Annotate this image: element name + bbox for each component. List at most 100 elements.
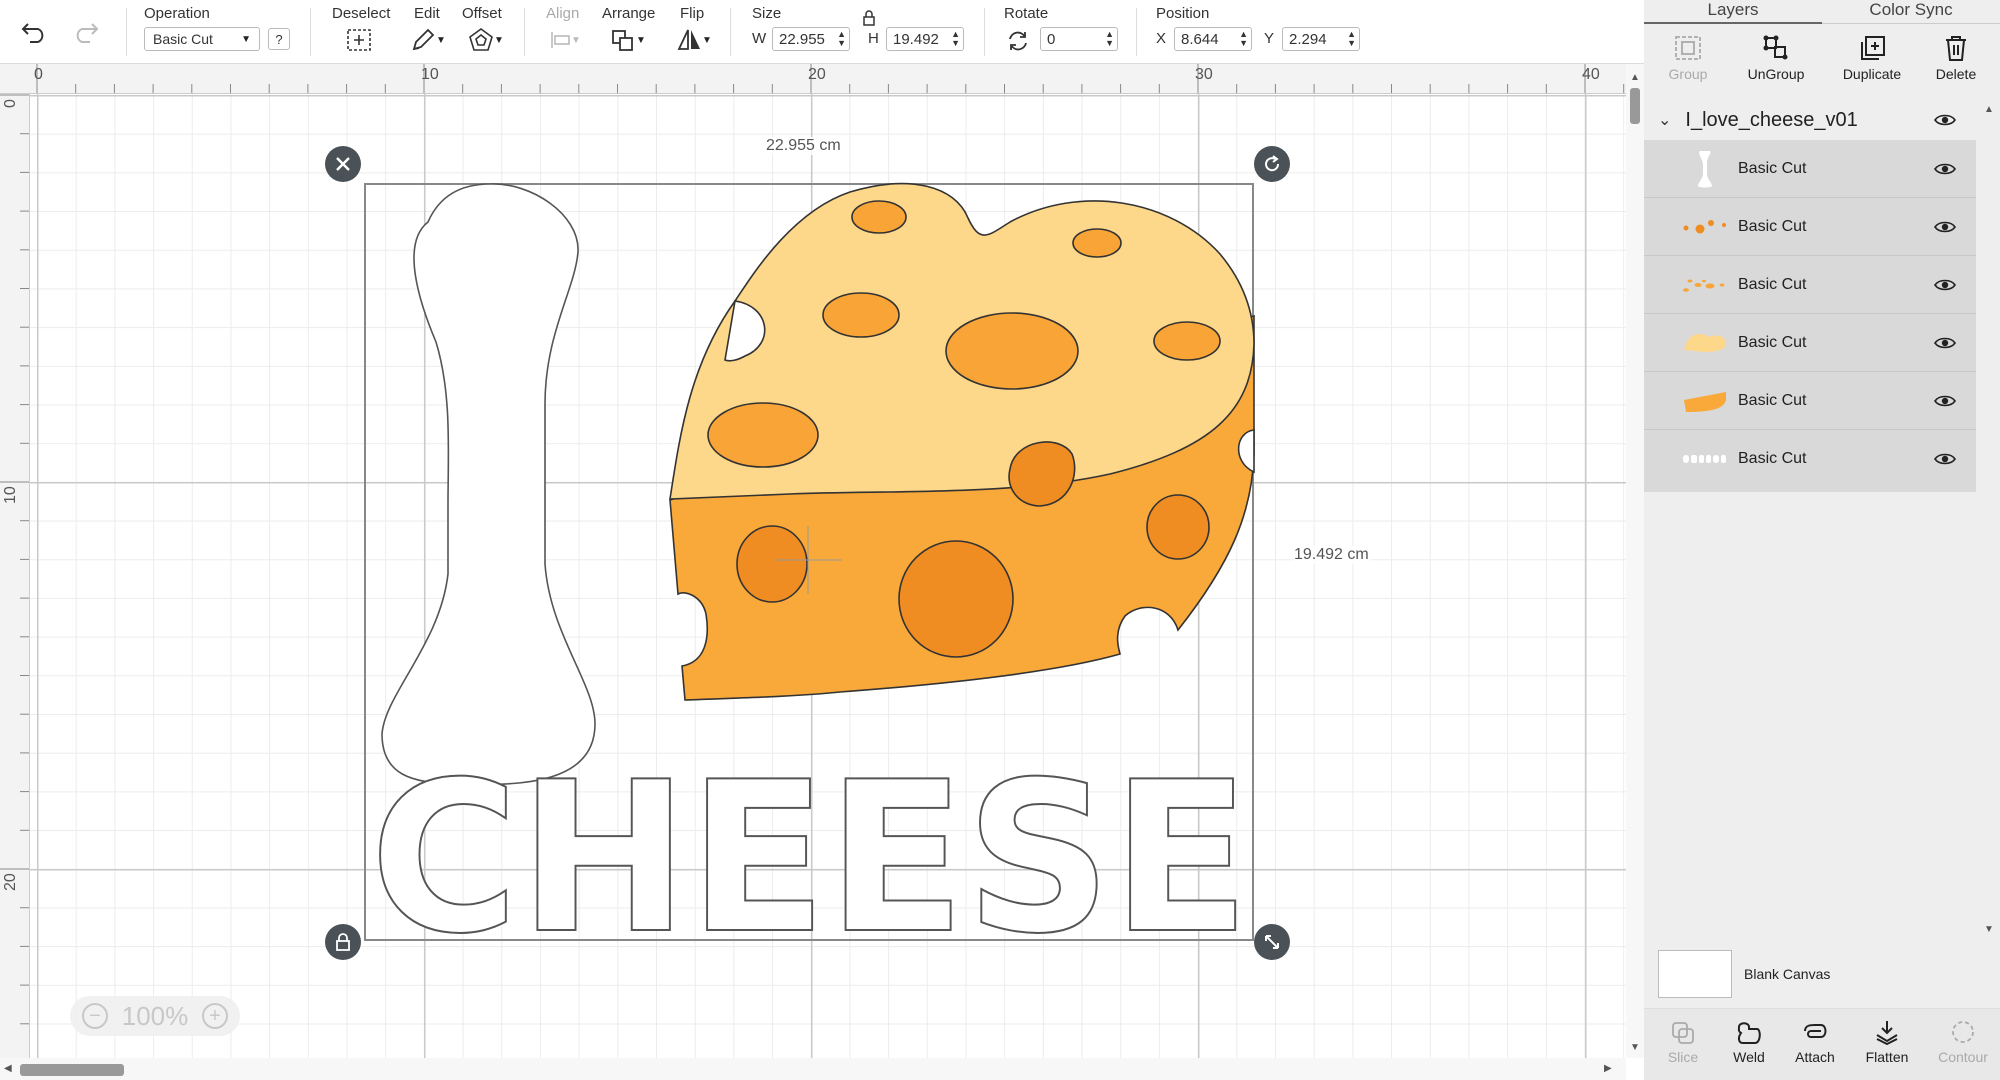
arrange-button[interactable]: ▼ bbox=[606, 26, 650, 54]
width-dimension-label: 22.955 cm bbox=[764, 137, 843, 155]
layer-row[interactable]: Basic Cut bbox=[1644, 430, 1976, 488]
eye-icon[interactable] bbox=[1934, 162, 1956, 176]
stepper-arrows-icon[interactable]: ▲ ▼ bbox=[1239, 30, 1248, 48]
slice-icon bbox=[1672, 1022, 1694, 1044]
top-toolbar: Operation Basic Cut ▼ ? Deselect Edit ▼ … bbox=[0, 0, 1644, 64]
panel-scrollbar[interactable]: ▲ ▼ bbox=[1976, 100, 2000, 940]
scroll-left-icon[interactable]: ◀ bbox=[4, 1063, 12, 1074]
divider bbox=[524, 8, 525, 56]
tab-layers[interactable]: Layers bbox=[1644, 0, 1822, 24]
chevron-down-icon: ▼ bbox=[571, 34, 581, 46]
redo-icon[interactable] bbox=[70, 18, 102, 46]
resize-handle[interactable] bbox=[1254, 924, 1290, 960]
position-y-input[interactable]: 2.294 ▲ ▼ bbox=[1282, 27, 1360, 51]
vertical-ruler: 0 10 20 bbox=[0, 94, 30, 1058]
layer-name: Basic Cut bbox=[1738, 391, 1807, 409]
position-label: Position bbox=[1156, 5, 1210, 22]
position-x-input[interactable]: 8.644 ▲ ▼ bbox=[1174, 27, 1252, 51]
letter-i-shape[interactable] bbox=[381, 183, 596, 786]
vertical-scrollbar[interactable]: ▲ ▼ bbox=[1626, 64, 1644, 1058]
horizontal-scrollbar[interactable]: ◀ ▶ bbox=[0, 1058, 1626, 1080]
rotate-handle[interactable] bbox=[1254, 146, 1290, 182]
undo-icon[interactable] bbox=[18, 18, 50, 46]
scroll-thumb[interactable] bbox=[1630, 88, 1640, 124]
ruler-label: 10 bbox=[421, 66, 439, 83]
eye-icon[interactable] bbox=[1934, 113, 1956, 127]
design-canvas[interactable]: CHEESE 22.955 cm 19.492 cm − 100% + bbox=[30, 94, 1630, 1058]
scroll-right-icon[interactable]: ▶ bbox=[1604, 1063, 1612, 1074]
delete-handle[interactable] bbox=[325, 146, 361, 182]
layer-row[interactable]: Basic Cut bbox=[1644, 372, 1976, 430]
eye-icon[interactable] bbox=[1934, 278, 1956, 292]
delete-button[interactable]: Delete bbox=[1912, 34, 2000, 82]
ungroup-button[interactable]: UnGroup bbox=[1732, 34, 1820, 82]
layer-row[interactable]: Basic Cut bbox=[1644, 140, 1976, 198]
eye-icon[interactable] bbox=[1934, 452, 1956, 466]
rotate-value: 0 bbox=[1047, 30, 1056, 48]
rotate-icon bbox=[1004, 28, 1032, 54]
scroll-up-icon[interactable]: ▲ bbox=[1630, 72, 1640, 83]
layer-row[interactable]: Basic Cut bbox=[1644, 256, 1976, 314]
flip-button[interactable]: ▼ bbox=[672, 26, 716, 54]
flatten-button[interactable]: Flatten bbox=[1852, 1019, 1922, 1065]
scroll-down-icon[interactable]: ▼ bbox=[1984, 924, 1994, 935]
height-input[interactable]: 19.492 ▲ ▼ bbox=[886, 27, 964, 51]
rotate-label: Rotate bbox=[1004, 5, 1049, 22]
flip-icon bbox=[677, 29, 701, 50]
operation-help-button[interactable]: ? bbox=[268, 28, 290, 50]
x-label: X bbox=[1156, 30, 1167, 47]
divider bbox=[984, 8, 985, 56]
position-y-value: 2.294 bbox=[1289, 30, 1327, 48]
scroll-up-icon[interactable]: ▲ bbox=[1984, 104, 1994, 115]
arrange-icon bbox=[612, 30, 633, 51]
zoom-in-icon[interactable]: + bbox=[202, 1003, 228, 1029]
slice-button[interactable]: Slice bbox=[1648, 1019, 1718, 1065]
flip-label: Flip bbox=[680, 5, 705, 22]
offset-button[interactable]: ▼ bbox=[464, 26, 508, 54]
layer-row[interactable]: Basic Cut bbox=[1644, 314, 1976, 372]
ruler-label: 0 bbox=[2, 99, 19, 108]
attach-button[interactable]: Attach bbox=[1780, 1019, 1850, 1065]
layer-group-row[interactable]: ⌄ I_love_cheese_v01 bbox=[1644, 100, 1976, 140]
operation-select[interactable]: Basic Cut ▼ bbox=[144, 27, 260, 51]
group-label: Group bbox=[1668, 66, 1708, 82]
edit-button[interactable]: ▼ bbox=[406, 26, 450, 54]
tab-color-sync[interactable]: Color Sync bbox=[1822, 0, 2000, 24]
duplicate-button[interactable]: Duplicate bbox=[1828, 34, 1916, 82]
stepper-arrows-icon[interactable]: ▲ ▼ bbox=[1347, 30, 1356, 48]
deselect-button[interactable] bbox=[344, 26, 374, 54]
paperclip-icon bbox=[1804, 1024, 1827, 1038]
width-input[interactable]: 22.955 ▲ ▼ bbox=[772, 27, 850, 51]
stepper-arrows-icon[interactable]: ▲ ▼ bbox=[1105, 30, 1114, 48]
panel-tabs: Layers Color Sync bbox=[1644, 0, 2000, 24]
layer-thumbnail bbox=[1682, 265, 1728, 305]
ruler-label: 10 bbox=[2, 486, 19, 504]
cheese-word-text[interactable]: CHEESE bbox=[369, 737, 1251, 981]
height-label: H bbox=[868, 30, 879, 47]
eye-icon[interactable] bbox=[1934, 394, 1956, 408]
design-artwork[interactable]: CHEESE bbox=[30, 94, 1630, 1058]
stepper-arrows-icon[interactable]: ▲ ▼ bbox=[837, 30, 846, 48]
group-button[interactable]: Group bbox=[1644, 34, 1732, 82]
eye-icon[interactable] bbox=[1934, 220, 1956, 234]
zoom-out-icon[interactable]: − bbox=[82, 1003, 108, 1029]
stepper-arrows-icon[interactable]: ▲ ▼ bbox=[951, 30, 960, 48]
weld-button[interactable]: Weld bbox=[1714, 1019, 1784, 1065]
rotate-input[interactable]: 0 ▲ ▼ bbox=[1040, 27, 1118, 51]
layer-thumbnail bbox=[1682, 149, 1728, 189]
attach-label: Attach bbox=[1795, 1049, 1835, 1065]
lock-handle[interactable] bbox=[325, 924, 361, 960]
scroll-thumb[interactable] bbox=[20, 1064, 124, 1076]
chevron-down-icon[interactable]: ⌄ bbox=[1658, 110, 1671, 130]
contour-button[interactable]: Contour bbox=[1928, 1019, 1998, 1065]
lock-aspect-icon[interactable] bbox=[860, 8, 878, 28]
ruler-label: 20 bbox=[808, 66, 826, 83]
contour-label: Contour bbox=[1938, 1049, 1988, 1065]
align-button[interactable]: ▼ bbox=[546, 28, 584, 52]
eye-icon[interactable] bbox=[1934, 336, 1956, 350]
blank-canvas-label: Blank Canvas bbox=[1744, 966, 1831, 982]
blank-canvas-swatch[interactable] bbox=[1658, 950, 1732, 998]
scroll-down-icon[interactable]: ▼ bbox=[1630, 1042, 1640, 1053]
layer-row[interactable]: Basic Cut bbox=[1644, 198, 1976, 256]
chevron-down-icon: ▼ bbox=[636, 34, 646, 46]
